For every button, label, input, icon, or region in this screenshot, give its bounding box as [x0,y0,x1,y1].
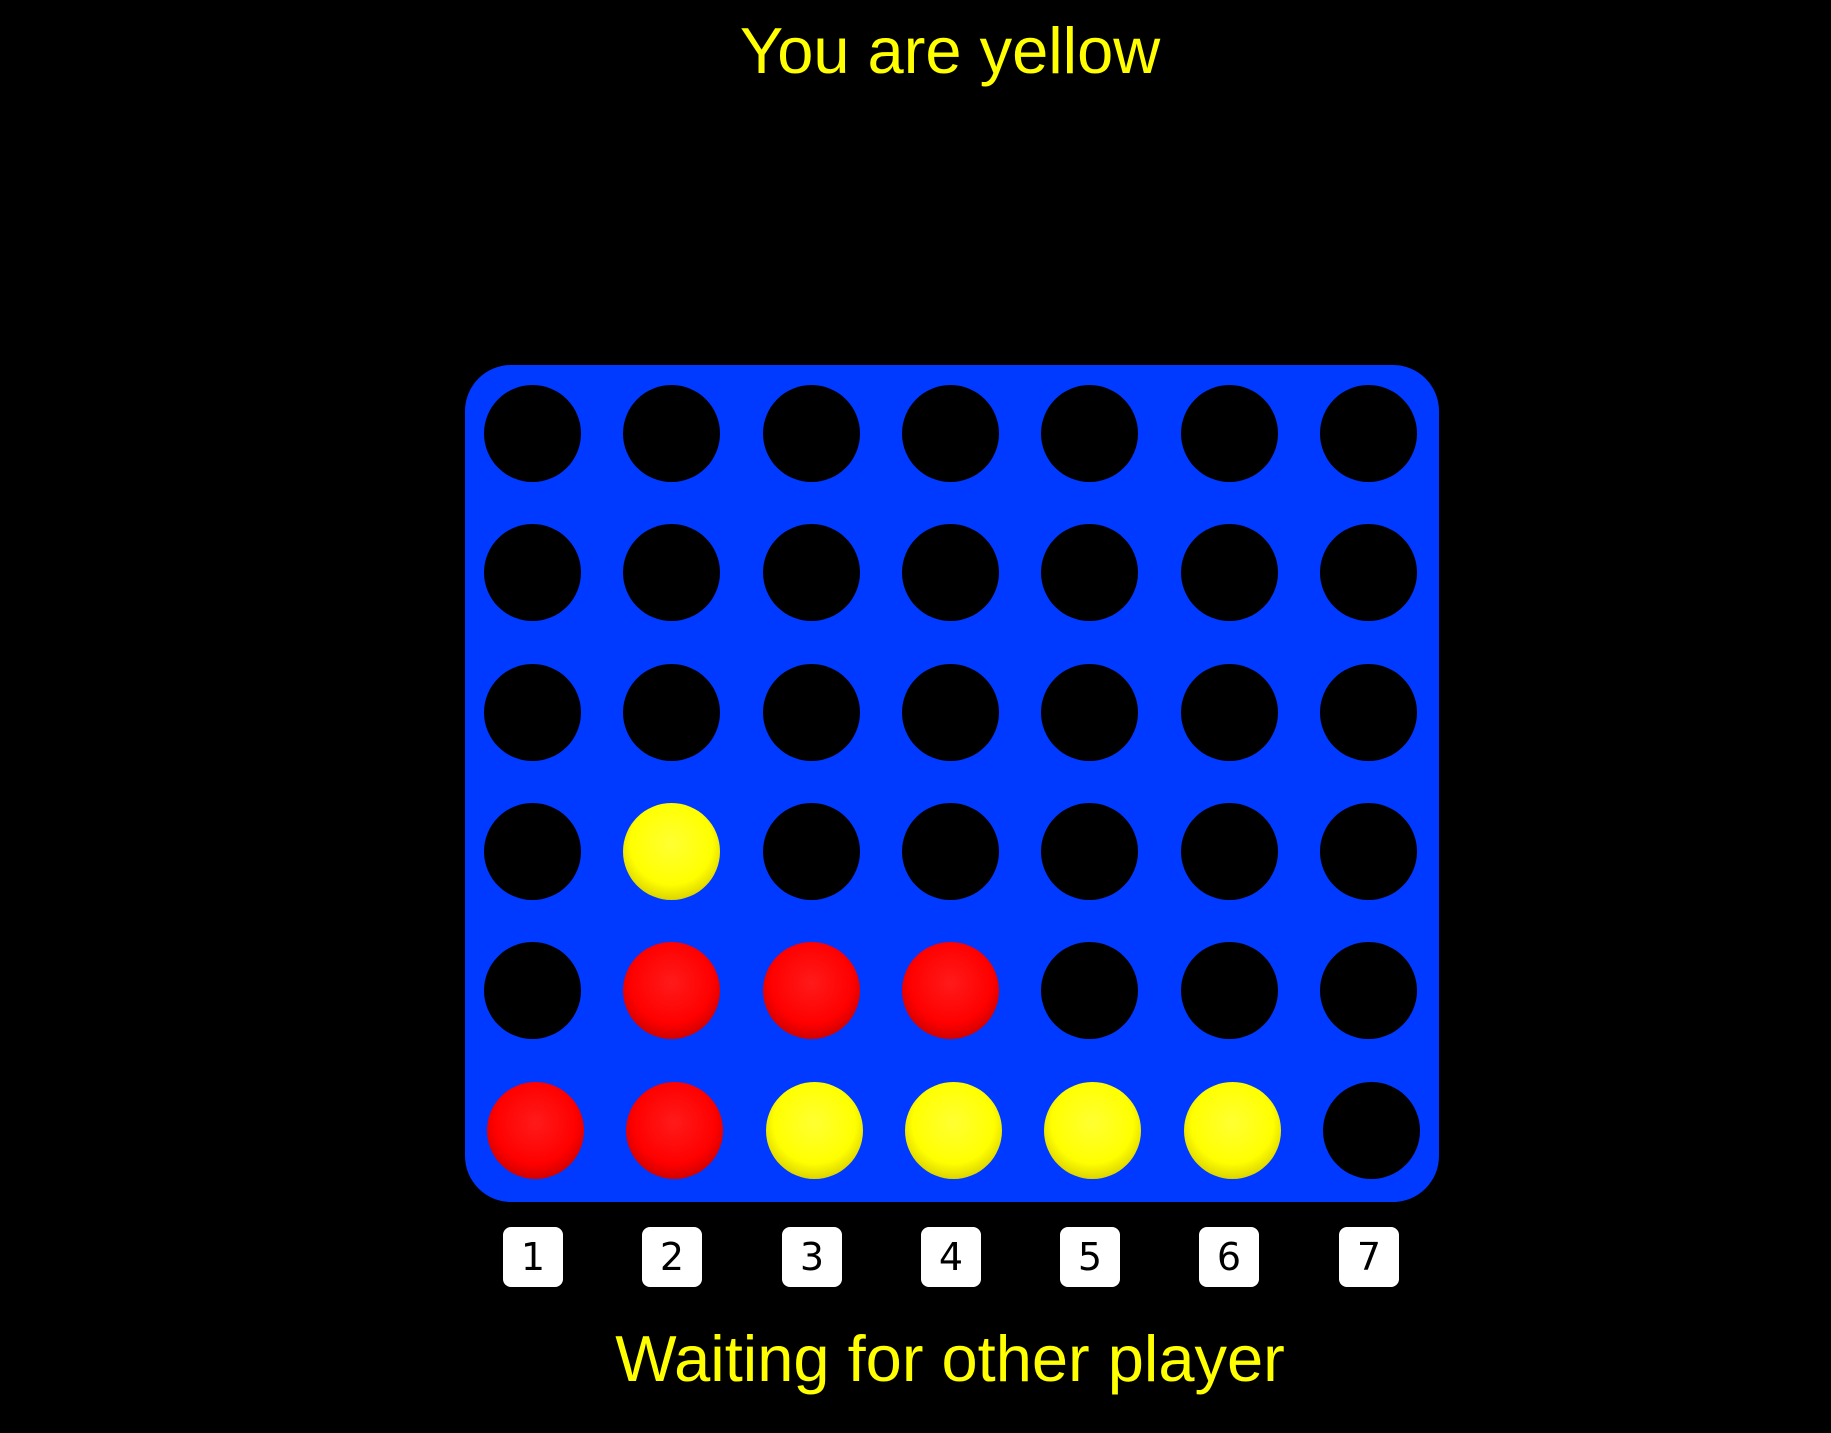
status-message: Waiting for other player [615,1322,1285,1395]
column-button-2[interactable]: 2 [642,1227,702,1287]
empty-slot [762,385,860,482]
empty-slot [1180,802,1278,900]
red-piece [626,1081,724,1179]
empty-slot [1041,524,1139,622]
empty-slot [484,663,581,761]
column-button-4[interactable]: 4 [921,1227,981,1287]
empty-slot [1319,524,1417,622]
empty-slot [1180,385,1278,482]
yellow-piece [904,1081,1002,1179]
empty-slot [762,524,860,622]
empty-slot [1041,663,1139,761]
empty-slot [1180,942,1278,1040]
yellow-piece [1044,1081,1142,1179]
empty-slot [484,385,581,482]
column-button-3[interactable]: 3 [782,1227,842,1287]
empty-slot [1319,942,1417,1040]
empty-slot [901,802,999,900]
empty-slot [623,524,721,622]
game-screen: You are yellow 1 2 3 4 5 6 7 Waiting for other… [0,0,1831,1433]
empty-slot [484,802,581,900]
empty-slot [901,385,999,482]
column-button-5[interactable]: 5 [1060,1227,1120,1287]
empty-slot [901,663,999,761]
yellow-piece [1183,1081,1281,1179]
empty-slot [1180,524,1278,622]
red-piece [762,942,860,1040]
yellow-piece [623,802,721,900]
empty-slot [1319,385,1417,482]
empty-slot [1041,942,1139,1040]
empty-slot [623,385,721,482]
empty-slot [901,524,999,622]
column-button-7[interactable]: 7 [1339,1227,1399,1287]
empty-slot [1041,385,1139,482]
empty-slot [484,524,581,622]
empty-slot [1322,1081,1420,1179]
game-board [465,365,1439,1202]
player-color-title: You are yellow [739,14,1161,87]
empty-slot [1041,802,1139,900]
empty-slot [1180,663,1278,761]
empty-slot [484,942,581,1040]
empty-slot [1319,663,1417,761]
empty-slot [762,663,860,761]
column-button-6[interactable]: 6 [1199,1227,1259,1287]
red-piece [487,1081,584,1179]
yellow-piece [765,1081,863,1179]
red-piece [623,942,721,1040]
empty-slot [1319,802,1417,900]
empty-slot [623,663,721,761]
empty-slot [762,802,860,900]
red-piece [901,942,999,1040]
column-button-1[interactable]: 1 [503,1227,563,1287]
